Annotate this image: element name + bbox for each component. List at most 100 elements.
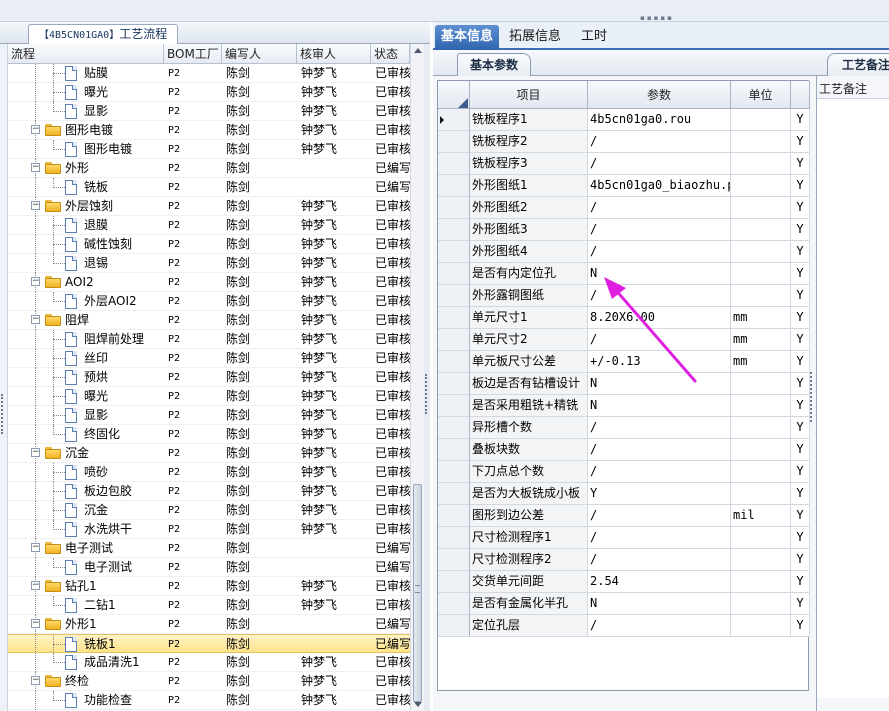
row-selector[interactable]	[438, 263, 470, 285]
row-selector[interactable]	[438, 549, 470, 571]
tree-row[interactable]: − 钻孔1 P2 陈剑 钟梦飞 已审核	[8, 577, 410, 596]
param-row[interactable]: 铣板程序1 4b5cn01ga0.rou Y	[438, 109, 810, 131]
param-value-cell[interactable]: /	[588, 197, 731, 219]
tree-node-label[interactable]: 曝光	[84, 83, 108, 102]
tab-process-flow[interactable]: 【4B5CN01GA0】工艺流程	[28, 24, 179, 44]
param-flag-cell[interactable]: Y	[791, 461, 810, 483]
tree-row[interactable]: − AOI2 P2 陈剑 钟梦飞 已审核	[8, 273, 410, 292]
tree-row[interactable]: 终固化 P2 陈剑 钟梦飞 已审核	[8, 425, 410, 444]
param-flag-cell[interactable]: Y	[791, 131, 810, 153]
col-header-param[interactable]: 参数	[588, 81, 731, 109]
left-grip-icon[interactable]	[1, 394, 7, 434]
col-header-bom[interactable]: BOM工厂	[164, 44, 222, 64]
tree-node-label[interactable]: 贴膜	[84, 64, 108, 83]
tree-node-label[interactable]: 碱性蚀刻	[84, 235, 132, 254]
col-header-status[interactable]: 状态	[371, 44, 410, 64]
param-unit-cell[interactable]	[731, 373, 791, 395]
tree-node-label[interactable]: 铣板	[84, 178, 108, 197]
param-unit-cell[interactable]	[731, 153, 791, 175]
param-value-cell[interactable]: 4b5cn01ga0.rou	[588, 109, 731, 131]
tree-node-label[interactable]: 终检	[65, 672, 89, 691]
tree-node-label[interactable]: 外形	[65, 159, 89, 178]
tree-node-label[interactable]: 沉金	[65, 444, 89, 463]
tree-row[interactable]: 预烘 P2 陈剑 钟梦飞 已审核	[8, 368, 410, 387]
tree-row[interactable]: 贴膜 P2 陈剑 钟梦飞 已审核	[8, 64, 410, 83]
param-flag-cell[interactable]: Y	[791, 439, 810, 461]
param-unit-cell[interactable]: mil	[731, 505, 791, 527]
param-row[interactable]: 叠板块数 / Y	[438, 439, 810, 461]
tree-node-label[interactable]: 阻焊前处理	[84, 330, 144, 349]
tree-row[interactable]: 外层AOI2 P2 陈剑 钟梦飞 已审核	[8, 292, 410, 311]
param-flag-cell[interactable]: Y	[791, 505, 810, 527]
param-row[interactable]: 交货单元间距 2.54 Y	[438, 571, 810, 593]
param-flag-cell[interactable]: Y	[791, 527, 810, 549]
tree-row[interactable]: − 终检 P2 陈剑 钟梦飞 已审核	[8, 672, 410, 691]
param-value-cell[interactable]: N	[588, 263, 731, 285]
param-unit-cell[interactable]	[731, 483, 791, 505]
scroll-down-icon[interactable]	[414, 702, 422, 707]
collapse-icon[interactable]: −	[31, 543, 40, 552]
row-selector[interactable]	[438, 461, 470, 483]
tree-row[interactable]: 丝印 P2 陈剑 钟梦飞 已审核	[8, 349, 410, 368]
param-flag-cell[interactable]: Y	[791, 109, 810, 131]
tree-row[interactable]: 二钻1 P2 陈剑 钟梦飞 已审核	[8, 596, 410, 615]
param-value-cell[interactable]: N	[588, 373, 731, 395]
param-unit-cell[interactable]	[731, 197, 791, 219]
scroll-up-icon[interactable]	[414, 48, 422, 53]
tree-row[interactable]: − 外形 P2 陈剑 已编写	[8, 159, 410, 178]
param-flag-cell[interactable]: Y	[791, 263, 810, 285]
param-row[interactable]: 是否有内定位孔 N Y	[438, 263, 810, 285]
param-flag-cell[interactable]: Y	[791, 417, 810, 439]
param-unit-cell[interactable]	[731, 219, 791, 241]
tree-row[interactable]: − 阻焊 P2 陈剑 钟梦飞 已审核	[8, 311, 410, 330]
row-selector[interactable]	[438, 615, 470, 637]
param-value-cell[interactable]: N	[588, 593, 731, 615]
tree-row[interactable]: 功能检查 P2 陈剑 钟梦飞 已审核	[8, 691, 410, 710]
param-row[interactable]: 异形槽个数 / Y	[438, 417, 810, 439]
param-row[interactable]: 单元尺寸1 8.20X6.00 mm Y	[438, 307, 810, 329]
param-unit-cell[interactable]	[731, 593, 791, 615]
row-selector[interactable]	[438, 219, 470, 241]
param-flag-cell[interactable]: Y	[791, 197, 810, 219]
remark-textarea[interactable]	[817, 98, 889, 698]
param-unit-cell[interactable]	[731, 285, 791, 307]
row-selector[interactable]	[438, 505, 470, 527]
tree-row[interactable]: 显影 P2 陈剑 钟梦飞 已审核	[8, 406, 410, 425]
tree-row[interactable]: − 外形1 P2 陈剑 已编写	[8, 615, 410, 634]
param-value-cell[interactable]: 2.54	[588, 571, 731, 593]
param-row[interactable]: 单元板尺寸公差 +/-0.13 mm Y	[438, 351, 810, 373]
param-value-cell[interactable]: /	[588, 615, 731, 637]
tree-node-label[interactable]: 预烘	[84, 368, 108, 387]
param-row[interactable]: 外形露铜图纸 / Y	[438, 285, 810, 307]
param-value-cell[interactable]: Y	[588, 483, 731, 505]
tab-process-remark[interactable]: 工艺备注	[827, 53, 889, 76]
param-row[interactable]: 尺寸检测程序1/ Y	[438, 527, 810, 549]
tab-work-hours[interactable]: 工时	[575, 25, 613, 50]
tree-node-label[interactable]: 喷砂	[84, 463, 108, 482]
param-unit-cell[interactable]: mm	[731, 329, 791, 351]
row-selector[interactable]	[438, 571, 470, 593]
param-flag-cell[interactable]: Y	[791, 307, 810, 329]
tree-row[interactable]: 退锡 P2 陈剑 钟梦飞 已审核	[8, 254, 410, 273]
left-collapse-strip[interactable]	[0, 44, 8, 711]
row-selector[interactable]	[438, 131, 470, 153]
param-row[interactable]: 外形图纸3/ Y	[438, 219, 810, 241]
param-value-cell[interactable]: /	[588, 285, 731, 307]
param-row[interactable]: 是否采用粗铣+精铣 N Y	[438, 395, 810, 417]
tree-row[interactable]: 喷砂 P2 陈剑 钟梦飞 已审核	[8, 463, 410, 482]
collapse-icon[interactable]: −	[31, 315, 40, 324]
tree-row[interactable]: 阻焊前处理 P2 陈剑 钟梦飞 已审核	[8, 330, 410, 349]
param-value-cell[interactable]: /	[588, 329, 731, 351]
param-flag-cell[interactable]: Y	[791, 351, 810, 373]
collapse-icon[interactable]: −	[31, 448, 40, 457]
right-grip-icon[interactable]	[810, 372, 816, 422]
collapse-icon[interactable]: −	[31, 619, 40, 628]
param-unit-cell[interactable]	[731, 615, 791, 637]
collapse-icon[interactable]: −	[31, 125, 40, 134]
tree-node-label[interactable]: 成品清洗1	[84, 653, 140, 672]
collapse-icon[interactable]: −	[31, 581, 40, 590]
tree-node-label[interactable]: AOI2	[65, 273, 94, 292]
tree-node-label[interactable]: 终固化	[84, 425, 120, 444]
param-value-cell[interactable]: +/-0.13	[588, 351, 731, 373]
collapse-icon[interactable]: −	[31, 676, 40, 685]
